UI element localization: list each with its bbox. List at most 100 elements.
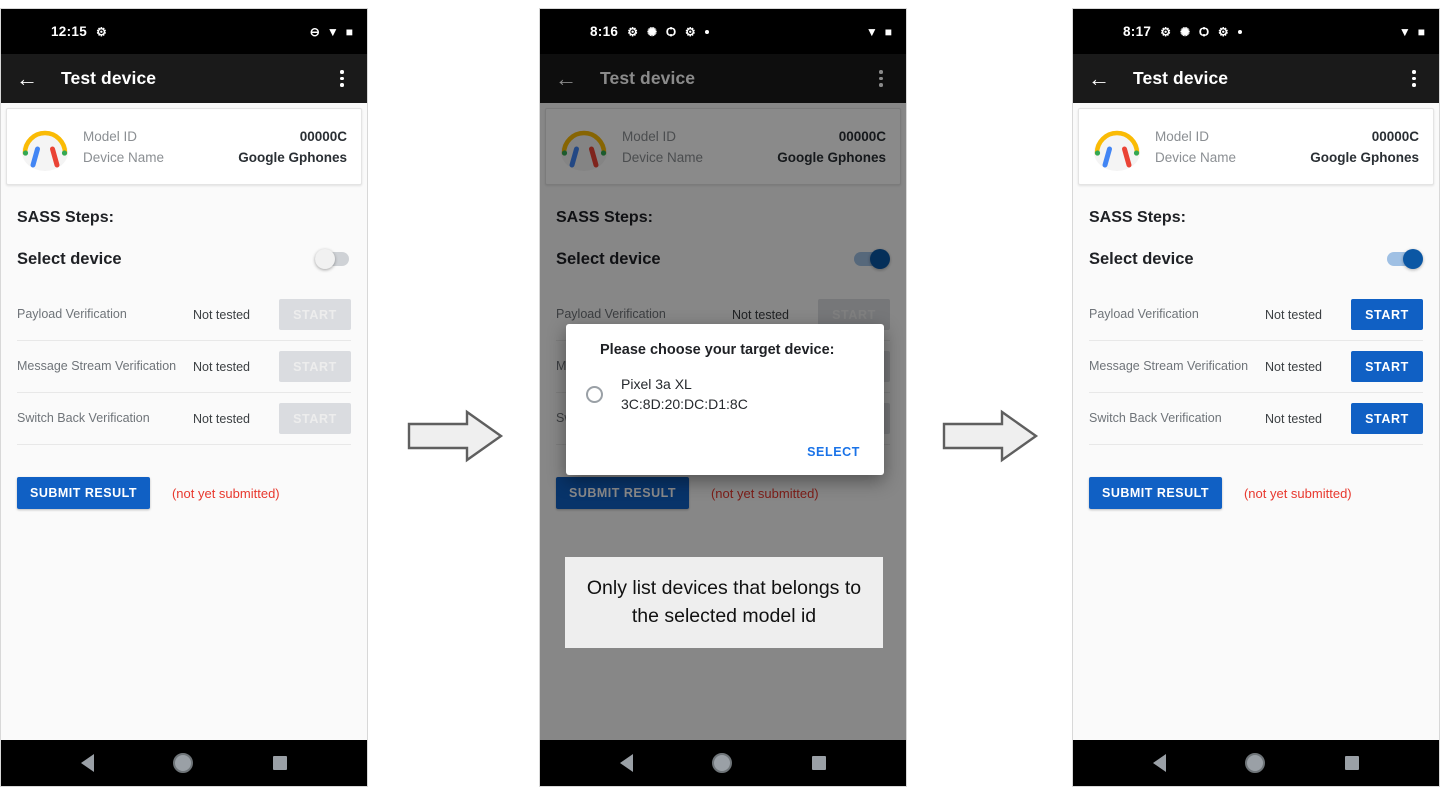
section-title: SASS Steps: (17, 209, 114, 226)
test-name: Message Stream Verification (17, 358, 177, 373)
device-row: Model ID 00000C (83, 126, 347, 147)
table-row: Payload Verification Not tested START (1089, 289, 1423, 341)
device-option-row[interactable]: Pixel 3a XL 3C:8D:20:DC:D1:8C (586, 374, 864, 415)
status-bar-left: 12:15 ⚙ (51, 24, 107, 39)
test-name: Switch Back Verification (17, 410, 150, 425)
choose-device-dialog: Please choose your target device: Pixel … (566, 324, 884, 475)
select-device-row: Select device (17, 249, 351, 269)
device-info-rows: Model ID 00000C Device Name Google Gphon… (1155, 126, 1419, 168)
wifi-icon: ▼ (326, 24, 339, 39)
recents-nav-icon[interactable] (273, 756, 288, 770)
phone-screen-3: 8:17 ⚙ ✺ Ѻ ⚙ ▼ ■ ← Test device Model ID (1072, 8, 1440, 787)
sync-icon: ✺ (1180, 24, 1191, 39)
test-status: Not tested (1265, 307, 1322, 322)
toggle-thumb (315, 249, 335, 269)
device-label: Model ID (83, 128, 138, 144)
test-list: Payload Verification Not tested START Me… (17, 289, 351, 445)
dialog-title: Please choose your target device: (600, 342, 835, 358)
android-nav-bar (1, 740, 367, 786)
test-name: Switch Back Verification (1089, 410, 1222, 425)
device-row: Device Name Google Gphones (83, 147, 347, 168)
status-time: 8:17 (1123, 24, 1152, 39)
device-option-address: 3C:8D:20:DC:D1:8C (621, 396, 748, 413)
content-area: SASS Steps: Select device Payload Verifi… (1073, 209, 1439, 509)
submit-result-button[interactable]: SUBMIT RESULT (17, 477, 150, 509)
dot-icon (1237, 29, 1242, 34)
device-row: Model ID 00000C (1155, 126, 1419, 147)
page-title: Test device (1133, 68, 1229, 88)
page-title: Test device (61, 68, 157, 88)
submit-status-note: (not yet submitted) (1243, 485, 1352, 501)
phone-screen-2: 8:16 ⚙ ✺ Ѻ ⚙ ▼ ■ ← Test device Model ID (539, 8, 907, 787)
back-icon[interactable]: ← (1087, 67, 1111, 91)
status-bar-left: 8:16 ⚙ ✺ Ѻ ⚙ (590, 24, 709, 39)
overflow-menu-icon[interactable] (1403, 67, 1425, 91)
test-name: Payload Verification (17, 306, 127, 321)
bluetooth-search-icon: Ѻ (666, 24, 676, 39)
battery-icon: ■ (1417, 24, 1425, 39)
phone-screen-1: 12:15 ⚙ ⊖ ▼ ■ ← Test device Model ID 000… (0, 8, 368, 787)
back-icon[interactable]: ← (15, 67, 39, 91)
do-not-disturb-icon: ⊖ (309, 24, 320, 39)
submit-row: SUBMIT RESULT (not yet submitted) (17, 477, 351, 509)
battery-icon: ■ (345, 24, 353, 39)
status-bar-right: ▼ ■ (1399, 26, 1425, 38)
test-status: Not tested (193, 307, 250, 322)
android-debug-icon: ⚙ (627, 24, 638, 39)
start-button[interactable]: START (279, 299, 351, 330)
recents-nav-icon[interactable] (1345, 756, 1360, 770)
gear-icon: ⚙ (684, 24, 696, 39)
test-name: Payload Verification (1089, 306, 1199, 321)
table-row: Switch Back Verification Not tested STAR… (17, 393, 351, 445)
test-status: Not tested (1265, 411, 1322, 426)
status-bar-left: 8:17 ⚙ ✺ Ѻ ⚙ (1123, 24, 1242, 39)
select-device-label: Select device (1089, 249, 1194, 268)
section-title: SASS Steps: (1089, 209, 1186, 226)
status-bar-right: ▼ ■ (866, 26, 892, 38)
submit-result-button[interactable]: SUBMIT RESULT (1089, 477, 1222, 509)
content-area: SASS Steps: Select device Payload Verifi… (1, 209, 367, 509)
flow-arrow-icon (407, 409, 504, 463)
table-row: Message Stream Verification Not tested S… (17, 341, 351, 393)
android-nav-bar (1073, 740, 1439, 786)
status-time: 12:15 (51, 24, 88, 39)
home-nav-icon[interactable] (173, 753, 194, 773)
select-device-toggle[interactable] (315, 249, 351, 269)
test-status: Not tested (1265, 359, 1322, 374)
bluetooth-search-icon: Ѻ (1199, 24, 1209, 39)
device-info-rows: Model ID 00000C Device Name Google Gphon… (83, 126, 347, 168)
headphones-icon (22, 130, 68, 171)
gear-icon: ⚙ (1217, 24, 1229, 39)
dot-icon (704, 29, 709, 34)
overflow-menu-icon[interactable] (331, 67, 353, 91)
toggle-thumb (1403, 249, 1423, 269)
recents-nav-icon[interactable] (812, 756, 827, 770)
app-bar: ← Test device (1073, 54, 1439, 103)
device-value: Google Gphones (238, 149, 347, 165)
submit-status-note: (not yet submitted) (171, 485, 280, 501)
start-button[interactable]: START (279, 351, 351, 382)
status-bar-right: ⊖ ▼ ■ (310, 26, 353, 38)
select-device-label: Select device (17, 249, 122, 268)
back-nav-icon[interactable] (80, 754, 94, 772)
android-nav-bar (540, 740, 906, 786)
select-device-toggle[interactable] (1387, 249, 1423, 269)
status-bar: 8:17 ⚙ ✺ Ѻ ⚙ ▼ ■ (1073, 9, 1439, 54)
start-button[interactable]: START (1351, 351, 1423, 382)
select-device-row: Select device (1089, 249, 1423, 269)
device-option-name: Pixel 3a XL (621, 376, 692, 392)
back-nav-icon[interactable] (619, 754, 633, 772)
test-name: Message Stream Verification (1089, 358, 1249, 373)
device-row: Device Name Google Gphones (1155, 147, 1419, 168)
test-status: Not tested (193, 359, 250, 374)
start-button[interactable]: START (1351, 403, 1423, 434)
select-button[interactable]: SELECT (803, 439, 864, 465)
device-value: 00000C (299, 128, 347, 144)
home-nav-icon[interactable] (1245, 753, 1266, 773)
radio-button-icon[interactable] (586, 385, 603, 403)
back-nav-icon[interactable] (1152, 754, 1166, 772)
start-button[interactable]: START (279, 403, 351, 434)
start-button[interactable]: START (1351, 299, 1423, 330)
home-nav-icon[interactable] (712, 753, 733, 773)
headphones-icon (1094, 130, 1140, 171)
